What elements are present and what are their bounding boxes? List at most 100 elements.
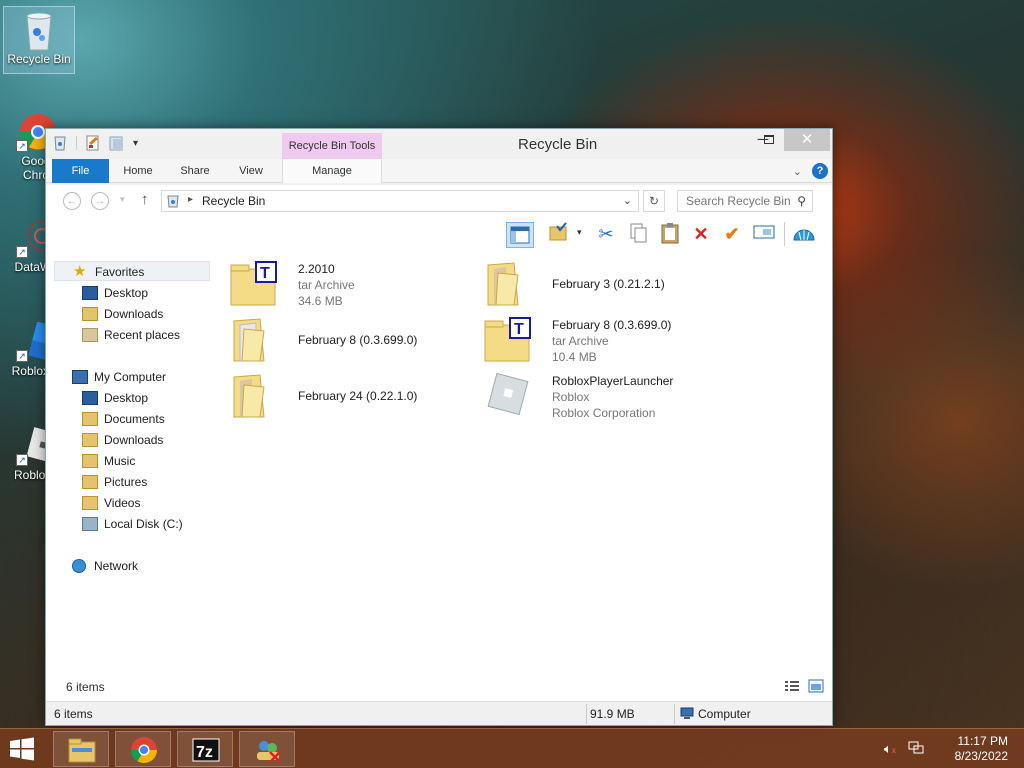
file-type: Roblox (552, 390, 590, 404)
status-location: Computer (698, 707, 751, 721)
folder-options-dropdown-icon[interactable]: ▾ (577, 227, 582, 238)
tab-view[interactable]: View (230, 159, 272, 183)
forward-button[interactable]: → (91, 192, 109, 210)
help-icon[interactable]: ? (812, 163, 828, 179)
breadcrumb-recycle-bin[interactable]: Recycle Bin (202, 194, 265, 208)
nav-documents[interactable]: Documents (46, 409, 214, 429)
details-view-icon[interactable] (784, 679, 800, 696)
desktop-icon-recycle-bin[interactable]: Recycle Bin (3, 6, 75, 74)
file-item[interactable]: RobloxPlayerLauncher Roblox Roblox Corpo… (484, 369, 724, 423)
paste-icon[interactable] (658, 222, 682, 246)
search-icon[interactable]: ⚲ (797, 194, 806, 208)
7zip-icon: 7z (192, 736, 220, 764)
file-item[interactable]: February 3 (0.21.2.1) (484, 257, 724, 311)
tab-manage[interactable]: Manage (282, 159, 382, 183)
taskbar-file-explorer[interactable] (53, 731, 109, 767)
item-count: 6 items (66, 680, 105, 694)
nav-label: Pictures (104, 475, 148, 489)
nav-label: Downloads (104, 307, 164, 321)
large-icons-view-icon[interactable] (808, 679, 824, 696)
file-item[interactable]: February 8 (0.3.699.0) (230, 313, 470, 367)
quick-access-toolbar: ▾ (52, 135, 138, 151)
file-item[interactable]: February 24 (0.22.1.0) (230, 369, 470, 423)
nav-recent-places[interactable]: Recent places (46, 325, 214, 345)
up-button[interactable]: ↑ (141, 191, 149, 208)
nav-favorites[interactable]: ★ Favorites (54, 261, 210, 281)
qat-dropdown-icon[interactable]: ▾ (133, 138, 138, 149)
recycle-bin-small-icon (52, 135, 68, 151)
nav-videos[interactable]: Videos (46, 493, 214, 513)
breadcrumb-separator-icon[interactable]: ▸ (188, 194, 193, 205)
properties-icon[interactable] (85, 135, 101, 151)
nav-label: Downloads (104, 433, 164, 447)
nav-label: My Computer (94, 370, 167, 384)
svg-text:7z: 7z (196, 744, 213, 761)
file-size: 34.6 MB (298, 294, 343, 308)
tab-home[interactable]: Home (116, 159, 160, 183)
new-folder-icon[interactable] (109, 135, 125, 151)
nav-pictures[interactable]: Pictures (46, 472, 214, 492)
view-switcher (784, 679, 824, 696)
search-input[interactable]: Search Recycle Bin ⚲ (677, 190, 813, 212)
start-button[interactable] (8, 737, 38, 761)
clock[interactable]: 11:17 PM 8/23/2022 (955, 734, 1008, 764)
window-title: Recycle Bin (518, 136, 598, 153)
desktop-folder-icon (82, 391, 98, 405)
shortcut-arrow-icon: ↗ (16, 350, 28, 362)
recent-locations-icon[interactable]: ▾ (120, 194, 125, 205)
nav-desktop[interactable]: Desktop (46, 283, 214, 303)
taskbar-7zip[interactable]: 7z (177, 731, 233, 767)
nav-local-disk[interactable]: Local Disk (C:) (46, 514, 214, 534)
downloads-folder-icon (82, 433, 98, 447)
contextual-tab-group: Recycle Bin Tools (282, 133, 382, 159)
file-name: February 8 (0.3.699.0) (298, 333, 418, 347)
nav-label: Local Disk (C:) (104, 517, 183, 531)
search-placeholder: Search Recycle Bin (686, 194, 791, 208)
network-tray-icon[interactable] (908, 741, 924, 758)
maximize-button[interactable] (752, 129, 786, 151)
svg-text:T: T (260, 265, 270, 282)
file-name: RobloxPlayerLauncher (552, 374, 674, 388)
recycle-bin-icon (19, 10, 59, 51)
title-bar[interactable]: ▾ Recycle Bin Tools Recycle Bin ─ ✕ (46, 129, 832, 159)
taskbar-network-app[interactable] (239, 731, 295, 767)
restore-checkmark-icon[interactable]: ✔ (720, 222, 744, 246)
close-button[interactable]: ✕ (784, 129, 830, 151)
address-dropdown-icon[interactable]: ⌄ (623, 194, 632, 207)
nav-network[interactable]: Network (46, 556, 214, 576)
network-app-icon (254, 736, 282, 764)
explorer-window[interactable]: ▾ Recycle Bin Tools Recycle Bin ─ ✕ File… (45, 128, 833, 726)
taskbar-chrome[interactable] (115, 731, 171, 767)
delete-icon[interactable]: ✕ (689, 222, 713, 246)
nav-downloads[interactable]: Downloads (46, 304, 214, 324)
shell-icon[interactable] (792, 222, 816, 246)
folder-icon (230, 317, 278, 363)
back-button[interactable]: ← (63, 192, 81, 210)
volume-muted-icon[interactable]: 🔈︎x (884, 741, 896, 757)
file-size: 10.4 MB (552, 350, 597, 364)
layout-pane-icon[interactable] (506, 222, 534, 248)
file-list: T 2.2010 tar Archive 34.6 MB February 3 … (216, 251, 832, 671)
nav-my-computer[interactable]: My Computer (46, 367, 214, 387)
nav-label: Desktop (104, 286, 149, 300)
rename-icon[interactable] (752, 222, 776, 246)
copy-icon[interactable] (626, 222, 650, 246)
file-item[interactable]: T 2.2010 tar Archive 34.6 MB (230, 257, 470, 311)
nav-pc-desktop[interactable]: Desktop (46, 388, 214, 408)
file-type: tar Archive (298, 278, 355, 292)
address-field[interactable]: ▸ Recycle Bin ⌄ (161, 190, 639, 212)
clock-time: 11:17 PM (957, 734, 1008, 748)
refresh-button[interactable]: ↻ (643, 190, 665, 212)
file-name: February 24 (0.22.1.0) (298, 389, 418, 403)
cut-icon[interactable]: ✂ (594, 222, 618, 246)
file-company: Roblox Corporation (552, 406, 656, 420)
nav-label: Music (104, 454, 136, 468)
recycle-bin-small-icon (166, 194, 180, 211)
nav-pc-downloads[interactable]: Downloads (46, 430, 214, 450)
folder-options-icon[interactable] (546, 222, 570, 246)
tab-share[interactable]: Share (172, 159, 218, 183)
expand-ribbon-icon[interactable]: ⌄ (793, 165, 802, 178)
tab-file[interactable]: File (52, 159, 109, 183)
file-item[interactable]: T February 8 (0.3.699.0) tar Archive 10.… (484, 313, 724, 367)
nav-music[interactable]: Music (46, 451, 214, 471)
